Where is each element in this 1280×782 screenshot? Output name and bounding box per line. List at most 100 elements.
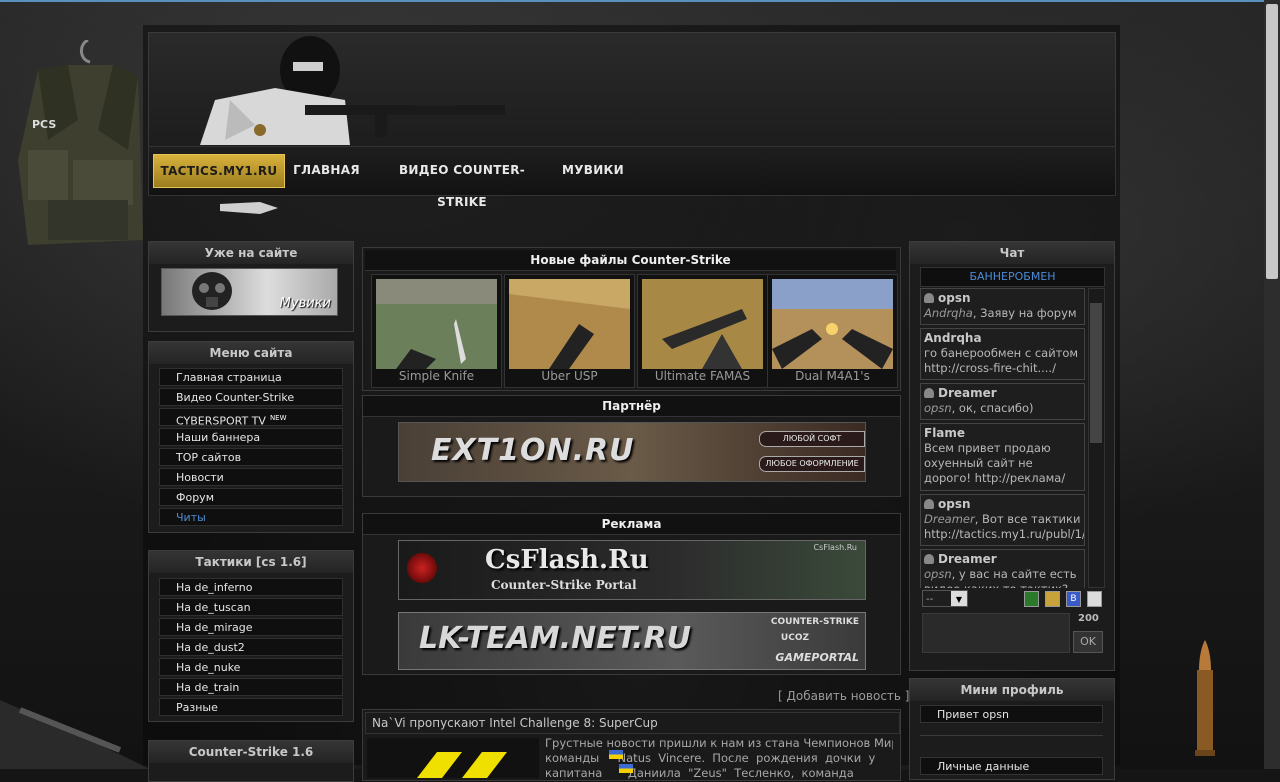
add-news-link[interactable]: [ Добавить новость ]	[778, 689, 909, 703]
file-name: Dual M4A1's	[795, 369, 870, 383]
file-card[interactable]: Uber USP	[504, 274, 635, 388]
menu-item-banners[interactable]: Наши баннера	[159, 428, 343, 446]
chat-author[interactable]: opsn	[938, 497, 971, 511]
chat-scrollbar-thumb[interactable]	[1090, 303, 1102, 443]
menu-item-top-sites[interactable]: TOP сайтов	[159, 448, 343, 466]
section-title: Реклама	[363, 514, 900, 535]
page-scrollbar[interactable]	[1264, 0, 1280, 769]
file-name: Simple Knife	[398, 369, 475, 383]
calendar-icon[interactable]	[1087, 591, 1102, 607]
file-name: Ultimate FAMAS	[654, 369, 751, 383]
panel-mini-profile: Мини профиль Привет opsn Личные данные	[909, 678, 1115, 780]
ad-banner-tag: COUNTER-STRIKE	[770, 617, 859, 627]
file-card[interactable]: Dual M4A1's	[767, 274, 898, 388]
menu-item-home[interactable]: Главная страница	[159, 368, 343, 386]
ad-banner-tag: GAMEPORTAL	[775, 651, 859, 664]
file-thumbnail	[376, 279, 497, 369]
chat-text: го банерообмен с сайтом http://cross-fir…	[924, 346, 1079, 375]
tactics-item-tuscan[interactable]: На de_tuscan	[159, 598, 343, 616]
news-title[interactable]: Na`Vi пропускают Intel Challenge 8: Supe…	[365, 712, 900, 734]
file-card[interactable]: Simple Knife	[371, 274, 502, 388]
char-counter: 200	[1078, 613, 1099, 624]
partner-banner[interactable]: EXT1ON.RU ЛЮБОЙ СОФТ ЛЮБОЕ ОФОРМЛЕНИЕ	[398, 422, 866, 482]
profile-greeting: Привет opsn	[920, 705, 1103, 723]
divider	[920, 735, 1103, 736]
chat-message: opsn Andrqha, Заяву на форум	[920, 288, 1085, 325]
chat-text: , Заяву на форум	[972, 306, 1077, 320]
tactics-item-inferno[interactable]: На de_inferno	[159, 578, 343, 596]
user-icon	[924, 293, 934, 303]
profile-personal-data-link[interactable]: Личные данные	[920, 757, 1103, 775]
tactics-item-train[interactable]: На de_train	[159, 678, 343, 696]
soldier-logo	[200, 36, 505, 145]
smiley-icon[interactable]	[1045, 591, 1060, 607]
file-name: Uber USP	[541, 369, 598, 383]
panel-already-on-site: Уже на сайте Мувики	[148, 241, 354, 332]
section-title: Новые файлы Counter-Strike	[365, 250, 896, 271]
bold-icon[interactable]: B	[1066, 591, 1081, 607]
new-badge: NEW	[269, 414, 287, 422]
news-line: Грустные новости пришли к нам из стана Ч…	[545, 736, 893, 750]
nav-item-movies[interactable]: МУВИКИ	[560, 154, 626, 186]
user-icon	[924, 499, 934, 509]
smiley-select[interactable]: -- ▼	[922, 590, 968, 607]
menu-item-cybersport[interactable]: CYBERSPORT TV NEW	[159, 408, 343, 428]
panel-tactics: Тактики [cs 1.6] На de_inferno На de_tus…	[148, 550, 354, 722]
chat-author[interactable]: Dreamer	[938, 386, 997, 400]
ad-banner-corner: CsFlash.Ru	[813, 543, 857, 552]
chat-message: Dreameropsn, у вас на сайте есть видео к…	[920, 549, 1085, 588]
panel-title: Counter-Strike 1.6	[149, 741, 353, 763]
chat-message: Andrqha го банерообмен с сайтом http://cr…	[920, 328, 1085, 380]
gasmask-icon	[192, 272, 232, 310]
panel-site-menu: Меню сайта Главная страница Видео Counte…	[148, 341, 354, 533]
nav-item-main[interactable]: ГЛАВНАЯ	[290, 154, 363, 186]
nav-item-video[interactable]: ВИДЕО COUNTER-STRIKE	[376, 154, 548, 209]
refresh-icon[interactable]	[1024, 591, 1039, 607]
ukraine-flag-icon	[609, 750, 623, 759]
menu-item-cheats[interactable]: Читы	[159, 508, 343, 526]
ad-banner-lkteam[interactable]: LK-TEAM.NET.RU COUNTER-STRIKE UCOZ GAMEP…	[398, 612, 866, 670]
chat-input[interactable]	[922, 613, 1070, 653]
panel-title: Меню сайта	[149, 342, 353, 364]
menu-item-news[interactable]: Новости	[159, 468, 343, 486]
section-partner: Партнёр EXT1ON.RU ЛЮБОЙ СОФТ ЛЮБОЕ ОФОРМ…	[362, 395, 901, 497]
menu-item-label: CYBERSPORT TV	[176, 414, 266, 428]
movies-banner[interactable]: Мувики	[161, 268, 338, 316]
menu-item-video[interactable]: Видео Counter-Strike	[159, 388, 343, 406]
banner-exchange-link[interactable]: БАННЕРОБМЕН	[920, 267, 1105, 287]
navi-logo-icon	[417, 752, 507, 778]
tactics-item-nuke[interactable]: На de_nuke	[159, 658, 343, 676]
news-line: команды Natus Vincere. После рождения до…	[545, 751, 876, 765]
send-button[interactable]: OK	[1073, 631, 1103, 653]
chat-scrollbar[interactable]	[1088, 288, 1105, 588]
knife-decoration	[220, 202, 278, 214]
chat-author[interactable]: opsn	[938, 291, 971, 305]
scrollbar-thumb[interactable]	[1266, 4, 1278, 279]
panel-chat: Чат БАННЕРОБМЕН opsn Andrqha, Заяву на фо…	[909, 241, 1115, 671]
tactics-item-mirage[interactable]: На de_mirage	[159, 618, 343, 636]
menu-item-forum[interactable]: Форум	[159, 488, 343, 506]
chat-reply-to: Dreamer	[924, 512, 975, 526]
chat-author[interactable]: Flame	[924, 426, 965, 440]
chat-author[interactable]: Andrqha	[924, 331, 982, 345]
file-thumbnail	[509, 279, 630, 369]
tactics-item-dust2[interactable]: На de_dust2	[159, 638, 343, 656]
nav-item-home-brand[interactable]: TACTICS.MY1.RU	[153, 154, 285, 188]
user-icon	[924, 554, 934, 564]
select-value: --	[926, 594, 934, 605]
chat-reply-to: opsn	[924, 567, 952, 581]
section-new-files: Новые файлы Counter-Strike Simple Knife …	[362, 247, 901, 391]
file-thumbnail	[772, 279, 893, 369]
ad-banner-title: LK-TEAM.NET.RU	[419, 621, 691, 656]
splash-icon	[407, 553, 437, 583]
partner-banner-button: ЛЮБОЕ ОФОРМЛЕНИЕ	[759, 456, 865, 472]
movies-banner-label: Мувики	[279, 296, 331, 311]
ad-banner-tag: UCOZ	[780, 633, 809, 643]
tactics-item-misc[interactable]: Разные	[159, 698, 343, 716]
ad-banner-csflash[interactable]: CsFlash.Ru Counter-Strike Portal CsFlash…	[398, 540, 866, 600]
chat-message: opsn Dreamer, Вот все тактики http://tact…	[920, 494, 1085, 546]
file-card[interactable]: Ultimate FAMAS	[637, 274, 768, 388]
news-image	[367, 738, 539, 778]
panel-title: Чат	[910, 242, 1114, 264]
chat-author[interactable]: Dreamer	[938, 552, 997, 566]
